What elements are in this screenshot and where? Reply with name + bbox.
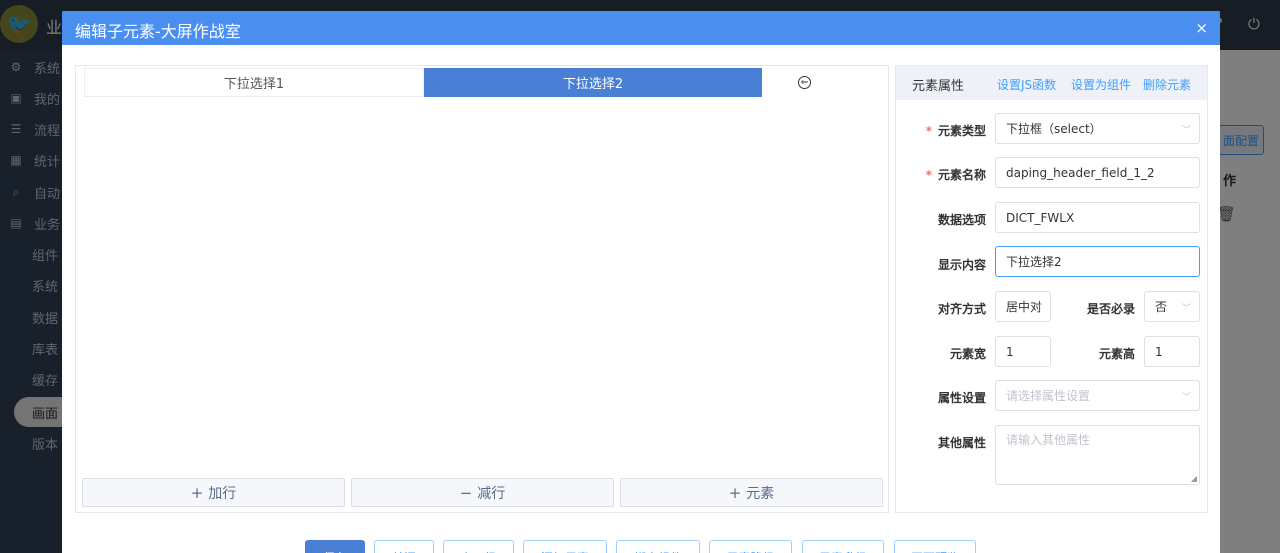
minus-icon: −: [459, 483, 473, 502]
grid-cell[interactable]: 下拉选择1: [84, 68, 424, 97]
display-content-input[interactable]: 下拉选择2: [995, 246, 1200, 277]
element-height-input[interactable]: 1: [1144, 336, 1200, 367]
element-name-label: * 元素名称: [925, 168, 986, 182]
attribute-settings-label: 属性设置: [937, 391, 986, 405]
plus-icon: +: [190, 483, 204, 502]
layout-canvas: 下拉选择1 下拉选择2 ⇐ + 加行 − 减行 + 元素: [75, 65, 889, 513]
display-content-label: 显示内容: [937, 258, 986, 272]
element-type-select[interactable]: 下拉框（select） ﹀: [995, 113, 1200, 144]
delete-element-link[interactable]: 删除元素: [1143, 76, 1191, 93]
element-type-label: * 元素类型: [925, 124, 986, 138]
set-js-function-link[interactable]: 设置JS函数: [997, 76, 1056, 93]
chevron-down-icon: ﹀: [1181, 126, 1191, 136]
properties-header: 元素属性 设置JS函数 设置为组件 删除元素: [896, 66, 1207, 100]
resize-handle-icon[interactable]: ◢: [1191, 474, 1197, 483]
element-downgrade-button[interactable]: 元素降级: [709, 540, 792, 553]
close-icon[interactable]: ×: [1195, 19, 1208, 37]
element-width-label: 元素宽: [949, 347, 986, 361]
screen-preview-button[interactable]: 画面预览: [894, 540, 976, 553]
element-properties-panel: 元素属性 设置JS函数 设置为组件 删除元素 * 元素类型 下拉框（select）…: [895, 65, 1208, 513]
dialog-header: 编辑子元素-大屏作战室 ×: [62, 11, 1220, 45]
save-button[interactable]: 保存: [305, 540, 365, 553]
bind-component-button[interactable]: 绑定组件: [616, 540, 700, 553]
element-width-input[interactable]: 1: [995, 336, 1051, 367]
chevron-down-icon: ﹀: [1181, 304, 1191, 314]
close-button[interactable]: 关闭: [374, 540, 434, 553]
add-row-button[interactable]: + 加行: [82, 478, 345, 507]
properties-title: 元素属性: [912, 79, 965, 94]
add-element-button[interactable]: 添加元素: [523, 540, 607, 553]
other-attributes-textarea[interactable]: 请输入其他属性 ◢: [995, 425, 1200, 485]
plus-icon: +: [728, 483, 742, 502]
remove-row-button[interactable]: − 减行: [351, 478, 614, 507]
element-upgrade-button[interactable]: 元素升级: [802, 540, 884, 553]
align-label: 对齐方式: [937, 302, 986, 316]
element-height-label: 元素高: [1098, 347, 1135, 361]
attribute-settings-select[interactable]: 请选择属性设置 ﹀: [995, 380, 1200, 411]
chevron-down-icon: ﹀: [1181, 393, 1191, 403]
is-required-label: 是否必录: [1086, 302, 1135, 316]
align-select[interactable]: 居中对 ﹀: [995, 291, 1051, 322]
set-as-component-link[interactable]: 设置为组件: [1071, 76, 1131, 93]
grid-cell-selected[interactable]: 下拉选择2: [424, 68, 762, 97]
add-element-canvas-button[interactable]: + 元素: [620, 478, 883, 507]
dialog-title: 编辑子元素-大屏作战室: [75, 22, 241, 41]
other-attributes-label: 其他属性: [937, 436, 986, 450]
arrow-left-circle-icon[interactable]: ⇐: [798, 76, 811, 89]
data-options-input[interactable]: DICT_FWLX: [995, 202, 1200, 233]
edit-element-dialog: 编辑子元素-大屏作战室 × 下拉选择1 下拉选择2 ⇐ + 加行 − 减行 + …: [62, 11, 1220, 553]
data-options-label: 数据选项: [937, 213, 986, 227]
chevron-down-icon: ﹀: [1032, 304, 1042, 314]
is-required-select[interactable]: 否 ﹀: [1144, 291, 1200, 322]
element-name-input[interactable]: daping_header_field_1_2: [995, 157, 1200, 188]
parent-level-button[interactable]: 上一级: [443, 540, 514, 553]
dialog-footer: 保存 关闭 上一级 添加元素 绑定组件 元素降级 元素升级 画面预览: [62, 540, 1220, 553]
